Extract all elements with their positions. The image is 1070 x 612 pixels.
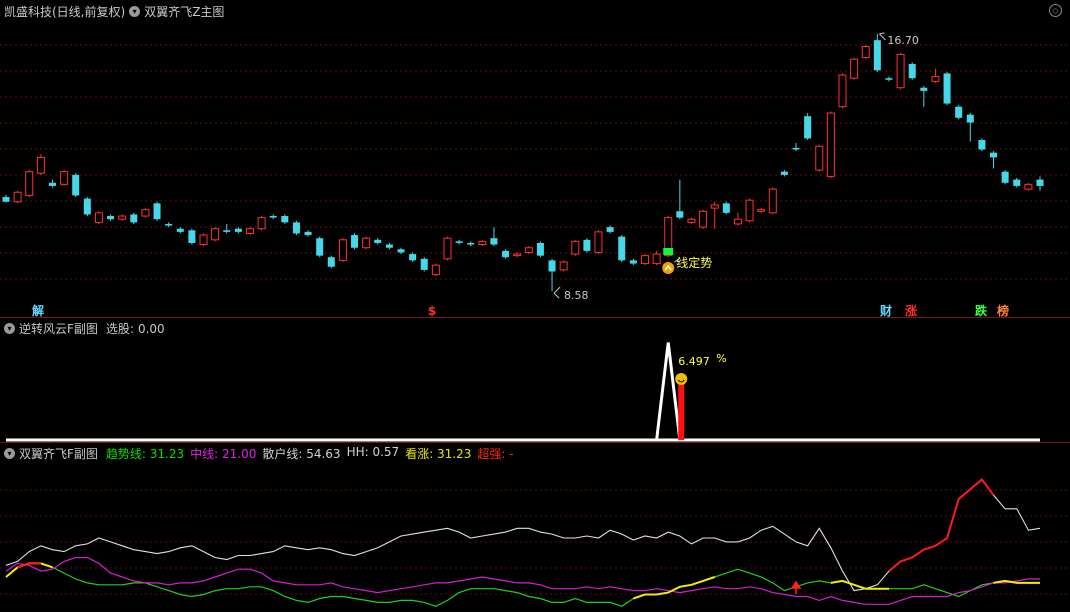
sub2-chart[interactable] <box>0 0 1070 612</box>
bullish-segment <box>633 576 716 600</box>
trend-line <box>5 562 1040 607</box>
retail-line <box>5 478 1041 592</box>
buy-arrow-icon <box>790 580 802 594</box>
strong-segment <box>888 478 995 572</box>
middle-line <box>5 556 1040 605</box>
